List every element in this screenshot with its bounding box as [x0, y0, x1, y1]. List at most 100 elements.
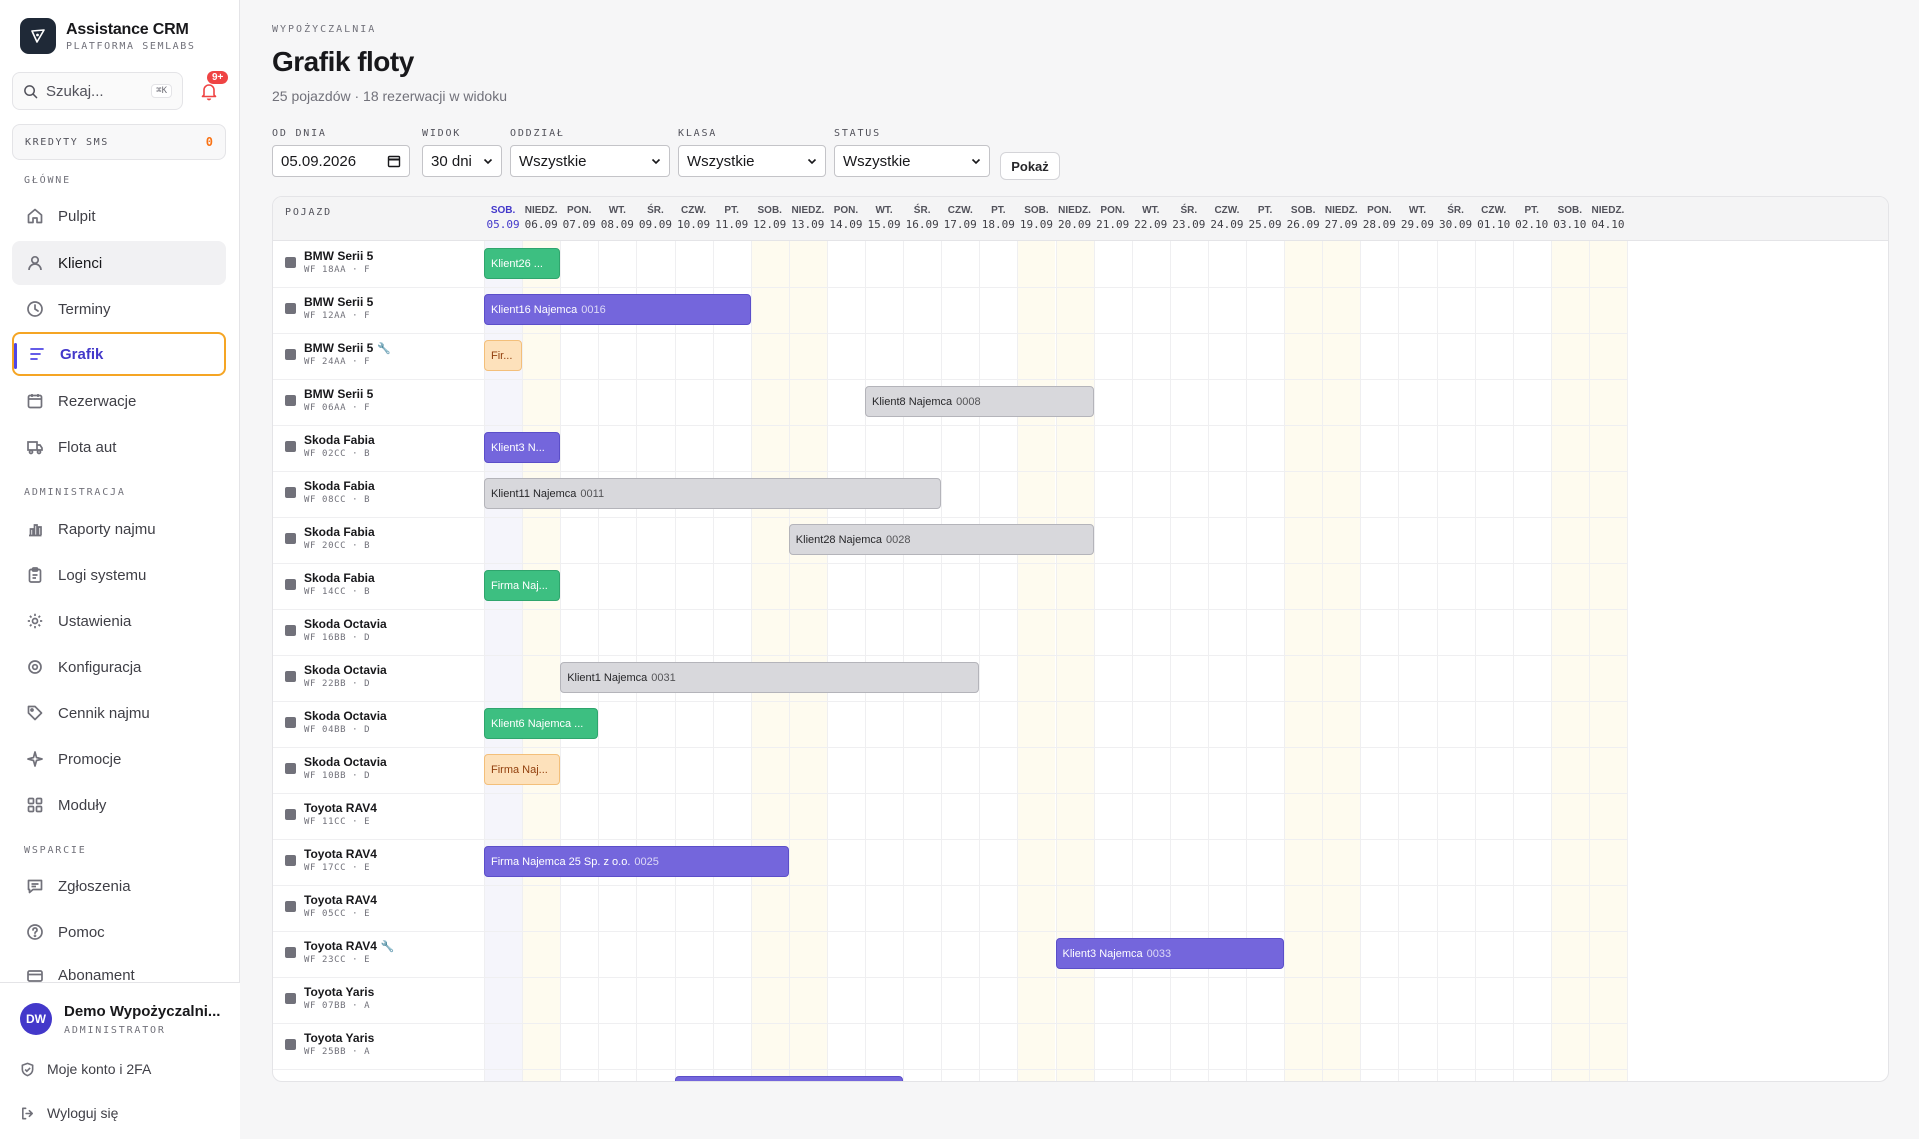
day-date: 11.09 [715, 218, 749, 231]
nav-item-logi-systemu[interactable]: Logi systemu [12, 553, 226, 597]
logout-label: Wyloguj się [47, 1105, 119, 1121]
nav-item-pulpit[interactable]: Pulpit [12, 194, 226, 238]
day-date: 14.09 [829, 218, 863, 231]
nav-item-klienci[interactable]: Klienci [12, 241, 226, 285]
vehicle-name-text: BMW Serii 5 [304, 295, 374, 309]
day-header: ŚR. 09.09 [636, 197, 674, 241]
day-date: 26.09 [1286, 218, 1320, 231]
date-input[interactable]: 05.09.2026 [272, 145, 410, 177]
day-name: ŚR. [647, 205, 664, 216]
chevron-down-icon [971, 158, 981, 165]
vehicle-row[interactable]: Skoda Fabia WF 14CC · B [285, 571, 375, 597]
view-select[interactable]: 30 dni [422, 145, 502, 177]
vehicle-row[interactable]: BMW Serii 5 WF 18AA · F [285, 249, 373, 275]
account-2fa-link[interactable]: Moje konto i 2FA [20, 1061, 151, 1077]
row-divider [273, 701, 1627, 702]
sms-credits[interactable]: KREDYTY SMS 0 [12, 124, 226, 160]
nav-item-promocje[interactable]: Promocje [12, 737, 226, 781]
nav-item-grafik[interactable]: Grafik [12, 332, 226, 376]
booking-bar[interactable]: Klient1 Najemca 0031 [560, 662, 980, 693]
sidebar-footer: DW Demo Wypożyczalni... ADMINISTRATOR Mo… [0, 982, 240, 1139]
clock-icon [27, 301, 43, 317]
day-header: NIEDZ. 13.09 [789, 197, 827, 241]
booking-client: Fir... [491, 349, 513, 362]
nav-item-terminy[interactable]: Terminy [12, 287, 226, 331]
wrench-icon: 🔧 [377, 343, 392, 355]
nav-item-moduly[interactable]: Moduły [12, 783, 226, 827]
vehicle-row[interactable]: Toyota Yaris WF 25BB · A [285, 1031, 374, 1057]
day-name: WT. [608, 205, 626, 216]
booking-bar[interactable]: Klient3 N... [484, 432, 561, 463]
vehicle-plate: WF 16BB · D [304, 633, 371, 643]
booking-bar[interactable]: Firma Naj... [484, 570, 561, 601]
day-header: SOB. 19.09 [1017, 197, 1055, 241]
vehicle-row[interactable]: BMW Serii 5 🔧 WF 24AA · F [285, 341, 391, 367]
booking-bar[interactable]: Klient16 Najemca 0016 [484, 294, 751, 325]
vehicle-row[interactable]: Skoda Fabia WF 20CC · B [285, 525, 375, 551]
booking-bar[interactable]: Klient6 Najemca ... [484, 708, 599, 739]
day-name: WT. [875, 205, 893, 216]
day-column [1512, 241, 1551, 1081]
logout-link[interactable]: Wyloguj się [20, 1105, 118, 1121]
filter-view: WIDOK 30 dni [422, 128, 502, 177]
search-input[interactable]: Szukaj... ⌘K [12, 72, 183, 110]
vehicle-row[interactable]: Skoda Octavia WF 04BB · D [285, 709, 387, 735]
nav-item-label: Rezerwacje [58, 392, 137, 410]
vehicle-name-text: Toyota RAV4 [304, 847, 377, 861]
nav-item-raporty-najmu[interactable]: Raporty najmu [12, 507, 226, 551]
vehicle-name: Skoda Fabia [304, 479, 375, 493]
filter-label: WIDOK [422, 128, 462, 139]
nav-item-konfiguracja[interactable]: Konfiguracja [12, 645, 226, 689]
vehicle-row[interactable]: Toyota Yaris WF 07BB · A [285, 985, 374, 1011]
booking-bar[interactable]: Klient26 ... [484, 248, 561, 279]
user-name[interactable]: Demo Wypożyczalni... [64, 1003, 220, 1020]
nav-item-label: Flota aut [58, 438, 117, 456]
booking-bar[interactable]: Fir... [484, 340, 523, 371]
show-button[interactable]: Pokaż [1000, 152, 1060, 180]
booking-bar[interactable]: Klient8 Najemca 0008 [865, 386, 1094, 417]
day-date: 08.09 [600, 218, 634, 231]
vehicle-row[interactable]: BMW Serii 5 WF 12AA · F [285, 295, 373, 321]
vehicle-info: BMW Serii 5 WF 06AA · F [304, 387, 373, 413]
vehicle-row[interactable]: Toyota RAV4 WF 11CC · E [285, 801, 377, 827]
booking-bar[interactable]: Firma Naj... [484, 754, 561, 785]
nav-item-abonament[interactable]: Abonament [12, 955, 226, 983]
status-select[interactable]: Wszystkie [834, 145, 990, 177]
nav-item-cennik-najmu[interactable]: Cennik najmu [12, 691, 226, 735]
vehicle-row[interactable]: Toyota RAV4 🔧 WF 23CC · E [285, 939, 395, 965]
vehicle-row[interactable]: Skoda Octavia WF 16BB · D [285, 617, 387, 643]
vehicle-row[interactable]: Toyota RAV4 WF 17CC · E [285, 847, 377, 873]
brand[interactable]: Assistance CRM PLATFORMA SEMLABS [20, 18, 196, 54]
nav-item-flota-aut[interactable]: Flota aut [12, 425, 226, 469]
avatar[interactable]: DW [20, 1003, 52, 1035]
vehicle-name-text: Toyota Yaris [304, 1031, 375, 1045]
booking-bar[interactable]: Klient3 Najemca 0033 [1055, 938, 1285, 969]
vehicle-row[interactable]: Toyota RAV4 WF 05CC · E [285, 893, 377, 919]
booking-bar[interactable]: Klient11 Najemca 0011 [484, 478, 942, 509]
booking-bar[interactable]: Firma Najemca 25 Sp. z o.o. 0025 [484, 846, 789, 877]
vehicle-row[interactable]: Skoda Fabia WF 08CC · B [285, 479, 375, 505]
vehicle-row[interactable]: Skoda Octavia WF 10BB · D [285, 755, 387, 781]
booking-bar[interactable] [674, 1076, 904, 1081]
booking-client: Klient6 Najemca ... [491, 717, 584, 730]
vehicle-row[interactable]: Skoda Fabia WF 02CC · B [285, 433, 375, 459]
nav-item-pomoc[interactable]: Pomoc [12, 910, 226, 954]
vehicle-row[interactable]: BMW Serii 5 WF 06AA · F [285, 387, 373, 413]
nav-item-label: Pomoc [58, 923, 105, 941]
vehicle-name-text: BMW Serii 5 [304, 387, 374, 401]
vehicle-info: Skoda Octavia WF 10BB · D [304, 755, 387, 781]
gantt-icon [30, 348, 44, 360]
vehicle-name: Toyota Yaris [304, 985, 374, 999]
branch-select[interactable]: Wszystkie [510, 145, 670, 177]
nav-item-zgloszenia[interactable]: Zgłoszenia [12, 864, 226, 908]
class-select[interactable]: Wszystkie [678, 145, 826, 177]
booking-bar[interactable]: Klient28 Najemca 0028 [788, 524, 1094, 555]
vehicle-status-dot [285, 1038, 296, 1050]
filter-from-date: OD DNIA 05.09.2026 [272, 128, 410, 177]
nav-item-rezerwacje[interactable]: Rezerwacje [12, 379, 226, 423]
row-divider [273, 333, 1627, 334]
day-name: NIEDZ. [1591, 205, 1625, 216]
vehicle-row[interactable]: Skoda Octavia WF 22BB · D [285, 663, 387, 689]
nav-item-ustawienia[interactable]: Ustawienia [12, 599, 226, 643]
booking-client: Firma Naj... [491, 763, 548, 776]
